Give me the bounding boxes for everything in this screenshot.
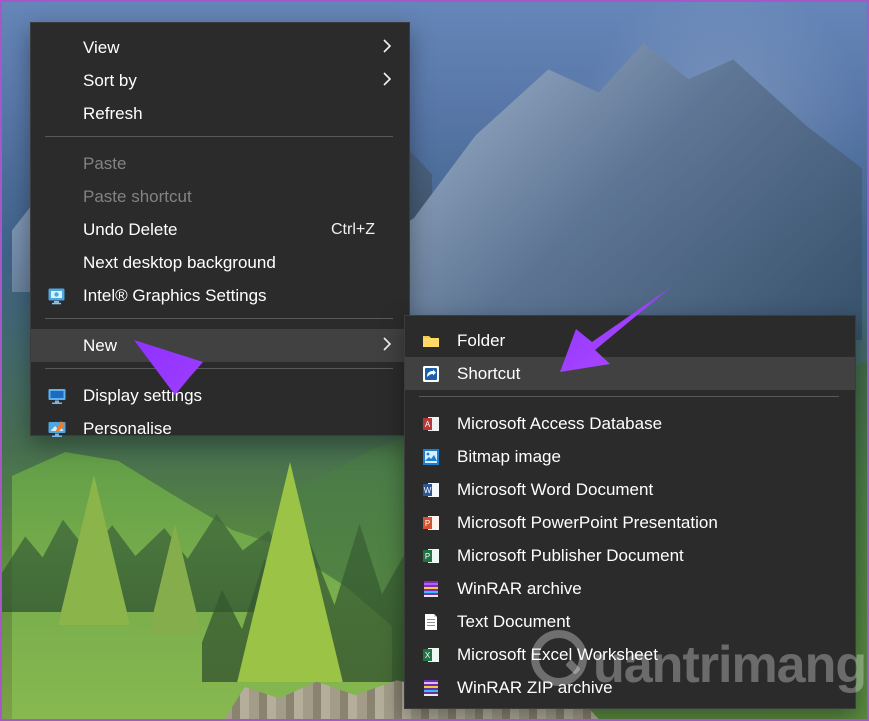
submenu-item-text-document[interactable]: Text Document — [405, 605, 855, 638]
menu-item-view[interactable]: View — [31, 31, 409, 64]
menu-item-label: Undo Delete — [83, 220, 178, 239]
winrar-zip-icon — [424, 680, 438, 696]
shortcut-icon — [423, 366, 439, 382]
submenu-item-microsoft-powerpoint-presentation[interactable]: P Microsoft PowerPoint Presentation — [405, 506, 855, 539]
submenu-item-winrar-zip-archive[interactable]: WinRAR ZIP archive — [405, 671, 855, 704]
submenu-item-label: Microsoft PowerPoint Presentation — [457, 513, 718, 532]
menu-item-sort-by[interactable]: Sort by — [31, 64, 409, 97]
folder-icon — [423, 336, 439, 347]
tree-main — [237, 462, 343, 682]
menu-item-intel-graphics-settings[interactable]: Intel® Graphics Settings — [31, 279, 409, 312]
svg-text:A: A — [425, 420, 431, 429]
bitmap-icon — [423, 449, 439, 465]
desktop-screen: View Sort by Refresh Paste Paste shortcu… — [0, 0, 869, 721]
submenu-item-label: Text Document — [457, 612, 571, 631]
menu-item-label: Display settings — [83, 386, 203, 405]
submenu-item-folder[interactable]: Folder — [405, 324, 855, 357]
powerpoint-icon: P — [423, 516, 439, 530]
menu-separator — [45, 368, 393, 369]
menu-item-paste[interactable]: Paste — [31, 147, 409, 180]
submenu-item-label: Shortcut — [457, 364, 521, 383]
personalise-icon — [48, 421, 66, 437]
submenu-item-microsoft-publisher-document[interactable]: P Microsoft Publisher Document — [405, 539, 855, 572]
winrar-icon — [424, 581, 438, 597]
tree-left — [58, 475, 130, 625]
svg-text:W: W — [424, 486, 432, 495]
menu-separator — [45, 136, 393, 137]
desktop-context-menu: View Sort by Refresh Paste Paste shortcu… — [30, 22, 410, 437]
submenu-item-label: Microsoft Word Document — [457, 480, 654, 499]
display-settings-icon — [48, 389, 66, 404]
menu-item-label: Personalise — [83, 419, 172, 438]
chevron-right-icon — [383, 337, 392, 351]
submenu-item-label: Microsoft Access Database — [457, 414, 663, 433]
keyboard-shortcut: Ctrl+Z — [331, 220, 375, 238]
menu-separator — [419, 396, 839, 397]
svg-text:P: P — [425, 552, 430, 561]
submenu-item-label: Microsoft Excel Worksheet — [457, 645, 658, 664]
submenu-item-shortcut[interactable]: Shortcut — [405, 357, 855, 390]
submenu-item-microsoft-excel-worksheet[interactable]: X Microsoft Excel Worksheet — [405, 638, 855, 671]
svg-text:X: X — [425, 651, 431, 660]
submenu-item-label: WinRAR ZIP archive — [457, 678, 613, 697]
intel-graphics-icon — [48, 288, 65, 305]
menu-item-label: Next desktop background — [83, 253, 276, 272]
svg-text:P: P — [425, 519, 430, 528]
submenu-item-label: Folder — [457, 331, 506, 350]
word-icon: W — [423, 483, 439, 497]
menu-item-label: Sort by — [83, 71, 137, 90]
submenu-item-label: Bitmap image — [457, 447, 561, 466]
menu-item-label: Intel® Graphics Settings — [83, 286, 267, 305]
menu-item-undo-delete[interactable]: Undo Delete Ctrl+Z — [31, 213, 409, 246]
submenu-item-label: Microsoft Publisher Document — [457, 546, 684, 565]
text-document-icon — [425, 614, 437, 630]
submenu-item-winrar-archive[interactable]: WinRAR archive — [405, 572, 855, 605]
new-submenu: Folder Shortcut A Microsoft Access Datab… — [404, 315, 856, 709]
tree-small — [148, 523, 202, 633]
menu-separator — [45, 318, 393, 319]
menu-item-new[interactable]: New — [31, 329, 409, 362]
menu-item-paste-shortcut[interactable]: Paste shortcut — [31, 180, 409, 213]
menu-item-label: Paste — [83, 154, 127, 173]
chevron-right-icon — [383, 72, 392, 86]
access-icon: A — [423, 417, 439, 431]
menu-item-label: View — [83, 38, 120, 57]
publisher-icon: P — [423, 549, 439, 563]
submenu-item-label: WinRAR archive — [457, 579, 582, 598]
menu-item-personalise[interactable]: Personalise — [31, 412, 409, 445]
chevron-right-icon — [383, 39, 392, 53]
submenu-item-bitmap-image[interactable]: Bitmap image — [405, 440, 855, 473]
menu-item-refresh[interactable]: Refresh — [31, 97, 409, 130]
submenu-item-microsoft-access-database[interactable]: A Microsoft Access Database — [405, 407, 855, 440]
menu-item-label: Refresh — [83, 104, 143, 123]
menu-item-display-settings[interactable]: Display settings — [31, 379, 409, 412]
submenu-item-microsoft-word-document[interactable]: W Microsoft Word Document — [405, 473, 855, 506]
menu-item-next-desktop-background[interactable]: Next desktop background — [31, 246, 409, 279]
menu-item-label: New — [83, 336, 118, 355]
excel-icon: X — [423, 648, 439, 662]
menu-item-label: Paste shortcut — [83, 187, 192, 206]
